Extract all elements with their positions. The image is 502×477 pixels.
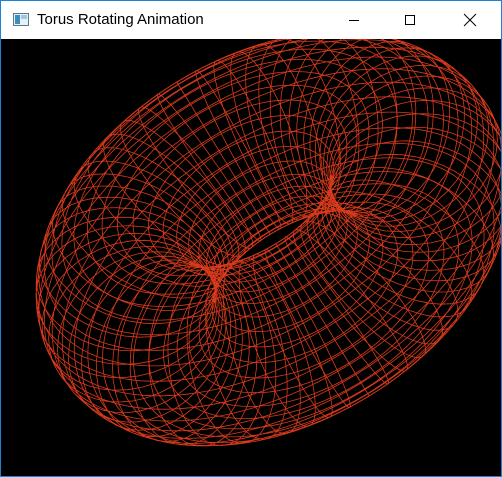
maximize-button[interactable]	[387, 1, 433, 39]
maximize-icon	[405, 15, 415, 25]
close-icon	[463, 13, 477, 27]
app-window: Torus Rotating Animation	[0, 0, 502, 477]
torus-mesh-lines	[35, 39, 501, 447]
title-bar[interactable]: Torus Rotating Animation	[1, 1, 501, 39]
minimize-icon	[349, 20, 359, 21]
torus-wireframe	[35, 39, 501, 447]
render-canvas[interactable]	[1, 39, 501, 476]
close-button[interactable]	[447, 1, 493, 39]
minimize-button[interactable]	[331, 1, 377, 39]
window-title: Torus Rotating Animation	[37, 11, 204, 28]
app-window-icon[interactable]	[13, 13, 29, 26]
